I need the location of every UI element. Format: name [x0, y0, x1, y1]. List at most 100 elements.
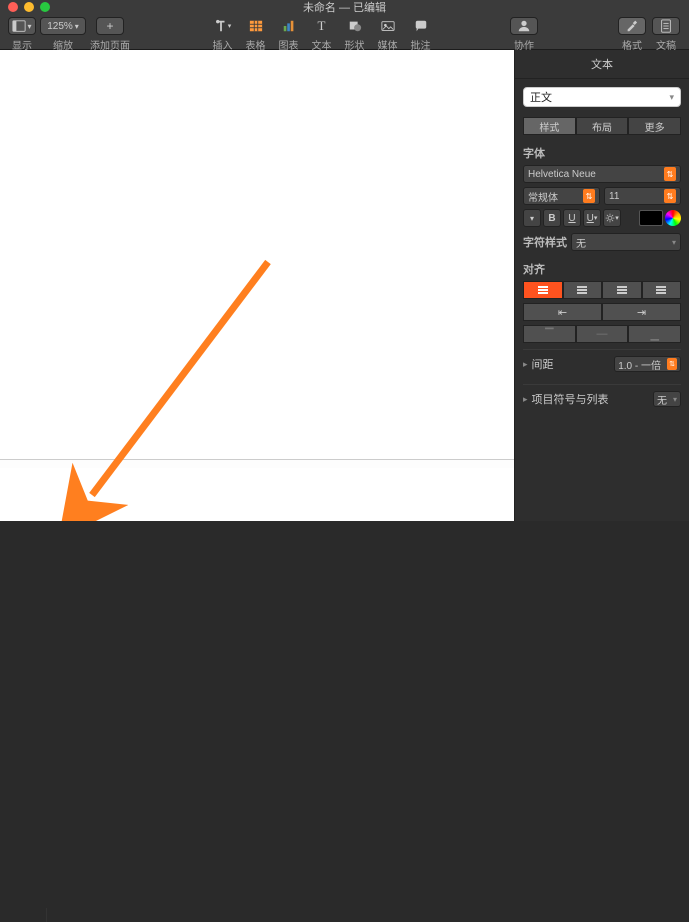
toolbar-right: 协作 格式 文稿 [509, 17, 681, 52]
chart-icon [282, 19, 296, 33]
toolbar-center: ▾ 插入 表格 图表 T 文本 形状 媒体 批注 [208, 17, 436, 52]
font-weight-select[interactable]: 常规体 ⇅ [523, 187, 600, 205]
spacing-label: 间距 [532, 356, 554, 372]
window-title-bar: 未命名 — 已编辑 [0, 0, 689, 14]
text-icon: T [318, 18, 326, 34]
zoom-value: 125% [47, 21, 73, 32]
text-tool[interactable]: T 文本 [307, 17, 337, 52]
seg-style[interactable]: 样式 [523, 117, 576, 135]
minimize-window-button[interactable] [24, 2, 34, 12]
font-size-value: 11 [609, 191, 619, 202]
text-cursor [46, 908, 47, 922]
align-center-button[interactable] [563, 281, 603, 299]
valign-bottom-icon: ▁ [650, 328, 658, 341]
disclosure-triangle-icon: ▸ [523, 359, 528, 370]
comment-tool[interactable]: 批注 [406, 17, 436, 52]
text-color-swatch[interactable] [639, 210, 663, 226]
shape-icon [348, 19, 362, 33]
paragraph-style-select[interactable]: 正文 ▾ [523, 87, 681, 107]
align-justify-button[interactable] [642, 281, 682, 299]
advanced-button[interactable]: ▾ [603, 209, 621, 227]
valign-bottom-button[interactable]: ▁ [628, 325, 681, 343]
view-button[interactable]: ▾ [8, 17, 36, 35]
underline-button[interactable]: U [563, 209, 581, 227]
spacing-select[interactable]: 1.0 - 一倍 ⇅ [614, 356, 681, 372]
indent-button[interactable]: ⇥ [602, 303, 681, 321]
valign-top-button[interactable]: ▔ [523, 325, 576, 343]
paragraph-style-value: 正文 [530, 89, 552, 105]
bold-button[interactable]: B [543, 209, 561, 227]
zoom-group: 125% ▾ 缩放 [40, 17, 86, 52]
collab-tool[interactable]: 协作 [509, 17, 539, 52]
media-tool[interactable]: 媒体 [373, 17, 403, 52]
text-format-row: ▾ B U U▾ ▾ [523, 209, 681, 227]
panel-icon [12, 19, 26, 33]
inspector-tab[interactable]: 文本 [515, 50, 689, 79]
valign-middle-icon: ― [597, 328, 608, 340]
underline-style-button[interactable]: U▾ [583, 209, 601, 227]
main-area: 文本 正文 ▾ 样式 布局 更多 字体 Helvetica Neue ⇅ 常规体… [0, 50, 689, 521]
fullscreen-window-button[interactable] [40, 2, 50, 12]
seg-layout[interactable]: 布局 [576, 117, 629, 135]
font-size-field[interactable]: 11 ⇅ [604, 187, 681, 205]
view-group: ▾ 显示 [8, 17, 36, 52]
document-icon [659, 19, 673, 33]
horiz-align-row [523, 281, 681, 299]
chevron-down-icon: ▾ [673, 395, 677, 404]
document-canvas[interactable] [0, 50, 515, 521]
bullets-select[interactable]: 无 ▾ [653, 391, 681, 407]
page-1[interactable] [0, 50, 514, 460]
valign-top-icon: ▔ [545, 328, 553, 341]
addpage-group: + 添加页面 [90, 17, 130, 52]
toolbar: ▾ 显示 125% ▾ 缩放 + 添加页面 ▾ 插入 表格 [0, 14, 689, 50]
page-2[interactable] [0, 468, 514, 521]
bullets-value: 无 [657, 392, 667, 407]
zoom-select[interactable]: 125% ▾ [40, 17, 86, 35]
indent-row: ⇤ ⇥ [523, 303, 681, 321]
align-left-button[interactable] [523, 281, 563, 299]
document-tool[interactable]: 文稿 [651, 17, 681, 52]
font-family-select[interactable]: Helvetica Neue ⇅ [523, 165, 681, 183]
stepper-icon: ⇅ [664, 189, 676, 203]
stepper-icon: ⇅ [583, 189, 595, 203]
char-style-label: 字符样式 [523, 234, 567, 250]
brush-icon [625, 19, 639, 33]
close-window-button[interactable] [8, 2, 18, 12]
outdent-button[interactable]: ⇤ [523, 303, 602, 321]
media-icon [381, 19, 395, 33]
font-family-value: Helvetica Neue [528, 169, 596, 180]
color-wheel-button[interactable] [665, 210, 681, 226]
table-icon [249, 19, 263, 33]
spacing-value: 1.0 - 一倍 [618, 357, 661, 372]
chart-tool[interactable]: 图表 [274, 17, 304, 52]
shape-tool[interactable]: 形状 [340, 17, 370, 52]
seg-more[interactable]: 更多 [628, 117, 681, 135]
char-style-select[interactable]: 无 ▾ [571, 233, 681, 251]
insert-tool[interactable]: ▾ 插入 [208, 17, 238, 52]
inspector-segmented: 样式 布局 更多 [523, 117, 681, 135]
window-title: 未命名 — 已编辑 [303, 0, 386, 15]
stepper-icon: ⇅ [667, 358, 677, 370]
plus-icon: + [106, 19, 113, 33]
chevron-down-icon: ▾ [669, 92, 674, 103]
window-controls [8, 2, 50, 12]
add-page-button[interactable]: + [96, 17, 124, 35]
align-right-button[interactable] [602, 281, 642, 299]
bullets-row[interactable]: ▸ 项目符号与列表 无 ▾ [523, 384, 681, 413]
disclosure-triangle-icon: ▸ [523, 394, 528, 405]
format-tool[interactable]: 格式 [617, 17, 647, 52]
table-tool[interactable]: 表格 [241, 17, 271, 52]
spacing-row[interactable]: ▸ 间距 1.0 - 一倍 ⇅ [523, 349, 681, 378]
vert-align-row: ▔ ― ▁ [523, 325, 681, 343]
outdent-icon: ⇤ [558, 306, 567, 319]
align-section-label: 对齐 [523, 261, 681, 277]
bullets-label: 项目符号与列表 [532, 391, 609, 407]
style-preset-button[interactable]: ▾ [523, 209, 541, 227]
valign-middle-button[interactable]: ― [576, 325, 629, 343]
format-inspector: 文本 正文 ▾ 样式 布局 更多 字体 Helvetica Neue ⇅ 常规体… [515, 50, 689, 521]
char-style-value: 无 [576, 235, 586, 250]
collab-icon [517, 19, 531, 33]
paragraph-icon [214, 19, 228, 33]
font-weight-value: 常规体 [528, 189, 558, 204]
chevron-down-icon: ▾ [672, 238, 676, 247]
